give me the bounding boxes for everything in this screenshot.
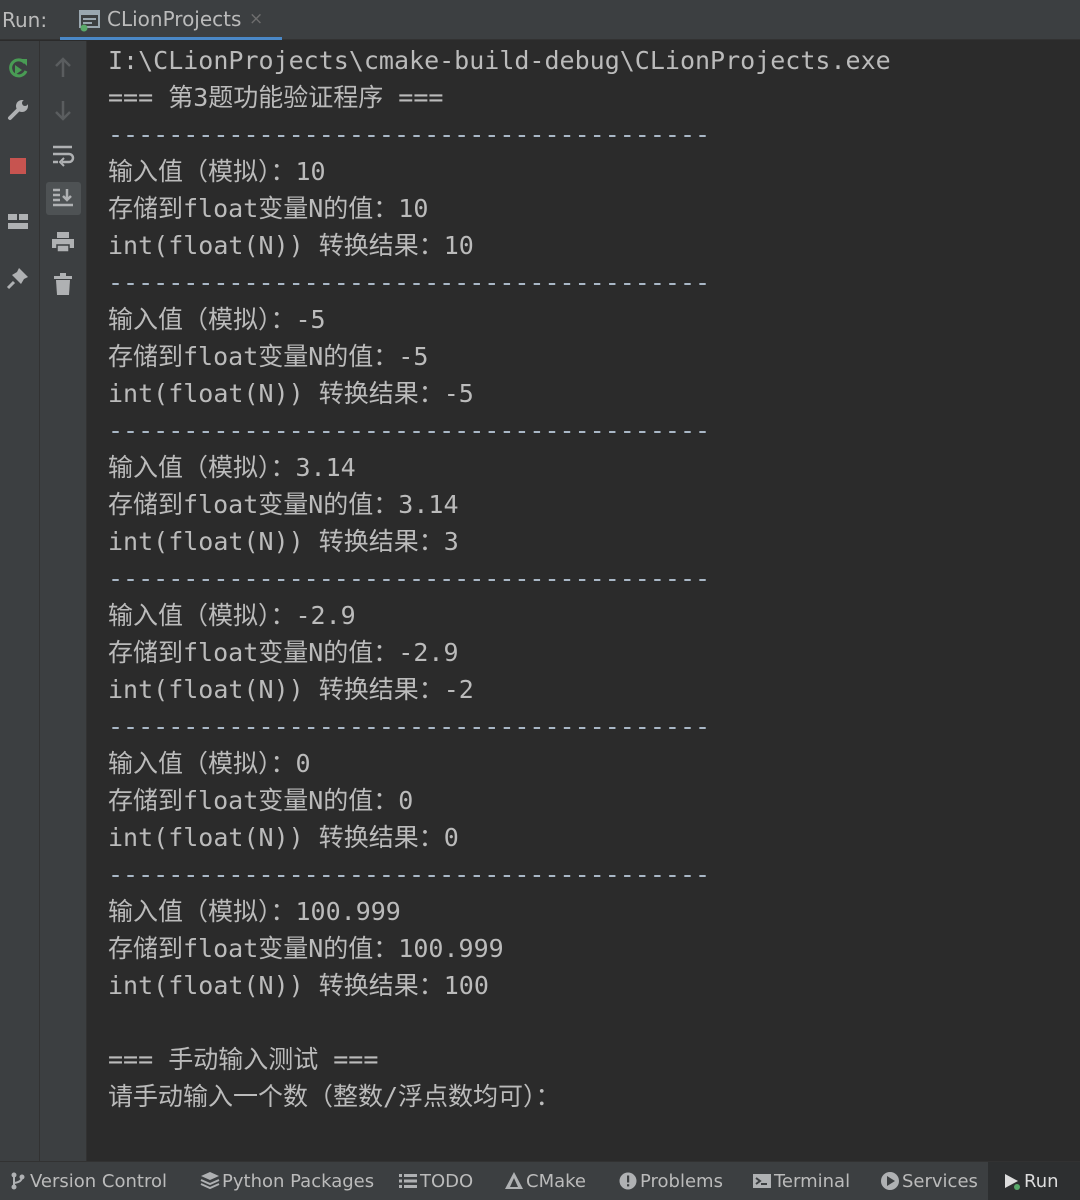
console-line: 输入值（模拟）：-2.9 xyxy=(108,601,356,630)
services-label: Services xyxy=(902,1171,978,1192)
console-line: int(float(N)) 转换结果：10 xyxy=(108,231,474,260)
console-line: 存储到float变量N的值：3.14 xyxy=(108,490,459,519)
wrench-icon[interactable] xyxy=(5,97,31,123)
version-control-icon xyxy=(8,1162,30,1200)
run-label: Run xyxy=(1024,1171,1059,1192)
console-line: === 第3题功能验证程序 === xyxy=(108,83,444,112)
tab-clion-projects[interactable]: CLionProjects × xyxy=(60,0,282,40)
run-label: Run: xyxy=(2,8,48,32)
cmake-tab[interactable]: CMake xyxy=(504,1162,586,1200)
tab-title: CLionProjects xyxy=(107,7,242,31)
console-line: int(float(N)) 转换结果：100 xyxy=(108,971,489,1000)
pin-icon[interactable] xyxy=(5,265,31,291)
console-line: 存储到float变量N的值：10 xyxy=(108,194,429,223)
console-line: 存储到float变量N的值：-2.9 xyxy=(108,638,459,667)
console-output[interactable]: I:\CLionProjects\cmake-build-debug\CLion… xyxy=(88,41,1080,1161)
problems-label: Problems xyxy=(640,1171,723,1192)
layout-icon[interactable] xyxy=(5,209,31,235)
todo-label: TODO xyxy=(420,1171,474,1192)
separator-line: ---------------------------------------- xyxy=(108,860,711,889)
console-line: 输入值（模拟）：-5 xyxy=(108,305,326,334)
close-tab-icon[interactable]: × xyxy=(249,0,263,37)
console-line: 存储到float变量N的值：100.999 xyxy=(108,934,504,963)
separator-line: ---------------------------------------- xyxy=(108,120,711,149)
stop-icon[interactable] xyxy=(5,153,31,179)
console-line: 请手动输入一个数（整数/浮点数均可）： xyxy=(108,1082,561,1111)
console-line: 输入值（模拟）：3.14 xyxy=(108,453,356,482)
version-control-tab[interactable]: Version Control xyxy=(8,1162,167,1200)
console-line: int(float(N)) 转换结果：3 xyxy=(108,527,459,556)
console-line: 输入值（模拟）：10 xyxy=(108,157,326,186)
arrow-up-icon[interactable] xyxy=(50,55,76,81)
console-app-icon xyxy=(78,8,102,32)
arrow-down-icon[interactable] xyxy=(50,97,76,123)
run-icon xyxy=(1002,1162,1024,1200)
console-actions-toolbar xyxy=(40,41,87,1161)
services-icon xyxy=(880,1162,902,1200)
console-line: int(float(N)) 转换结果：0 xyxy=(108,823,459,852)
separator-line: ---------------------------------------- xyxy=(108,416,711,445)
cmake-label: CMake xyxy=(526,1171,586,1192)
console-line: int(float(N)) 转换结果：-5 xyxy=(108,379,474,408)
run-tab[interactable]: Run xyxy=(988,1162,1080,1200)
problems-tab[interactable]: Problems xyxy=(618,1162,723,1200)
console-line: 存储到float变量N的值：-5 xyxy=(108,342,429,371)
terminal-tab[interactable]: Terminal xyxy=(752,1162,850,1200)
python-packages-label: Python Packages xyxy=(222,1171,375,1192)
rerun-icon[interactable] xyxy=(5,55,31,81)
python-packages-tab[interactable]: Python Packages xyxy=(200,1162,374,1200)
console-line: 存储到float变量N的值：0 xyxy=(108,786,414,815)
separator-line: ---------------------------------------- xyxy=(108,268,711,297)
scroll-to-end-icon[interactable] xyxy=(50,185,76,211)
print-icon[interactable] xyxy=(50,229,76,255)
console-line: 输入值（模拟）：0 xyxy=(108,749,311,778)
console-line: I:\CLionProjects\cmake-build-debug\CLion… xyxy=(108,46,891,75)
run-actions-toolbar xyxy=(0,41,40,1161)
terminal-label: Terminal xyxy=(774,1171,851,1192)
problems-icon xyxy=(618,1162,640,1200)
tool-window-bar: Version Control Python Packages TODO CMa… xyxy=(0,1161,1080,1200)
console-line: int(float(N)) 转换结果：-2 xyxy=(108,675,474,704)
todo-icon xyxy=(398,1162,420,1200)
terminal-icon xyxy=(752,1162,774,1200)
separator-line: ---------------------------------------- xyxy=(108,712,711,741)
trash-icon[interactable] xyxy=(50,271,76,297)
services-tab[interactable]: Services xyxy=(880,1162,978,1200)
cmake-icon xyxy=(504,1162,526,1200)
todo-tab[interactable]: TODO xyxy=(398,1162,473,1200)
console-line: 输入值（模拟）：100.999 xyxy=(108,897,401,926)
soft-wrap-icon[interactable] xyxy=(50,141,76,167)
console-line: === 手动输入测试 === xyxy=(108,1045,379,1074)
run-header: Run: CLionProjects × xyxy=(0,0,1080,40)
separator-line: ---------------------------------------- xyxy=(108,564,711,593)
python-packages-icon xyxy=(200,1162,222,1200)
version-control-label: Version Control xyxy=(30,1171,167,1192)
run-tool-window: Run: CLionProjects × I:\CLionProjects\cm… xyxy=(0,0,1080,1200)
